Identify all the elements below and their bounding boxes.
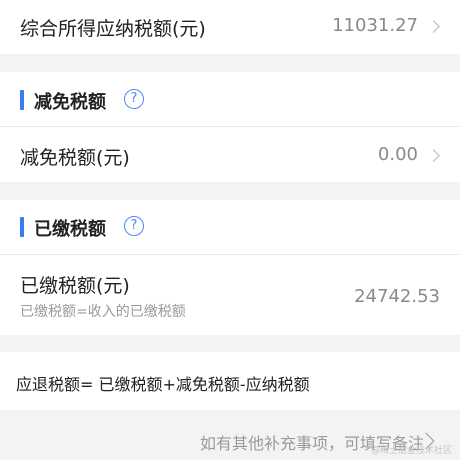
reduction-label: 减免税额(元) [20, 147, 130, 169]
paid-value: 24742.53 [354, 286, 440, 307]
reduction-value: 0.00 [377, 144, 418, 165]
help-icon[interactable]: ? [124, 216, 144, 236]
reduction-section-header: 减免税额 ? [0, 72, 460, 126]
help-icon[interactable]: ? [124, 89, 144, 109]
tax-payable-value: 11031.27 [332, 15, 418, 36]
paid-section-title: 已缴税额 [34, 219, 106, 240]
section-accent-bar [20, 90, 24, 110]
paid-section-header: 已缴税额 ? [0, 200, 460, 254]
paid-subtext: 已缴税额=收入的已缴税额 [20, 304, 186, 320]
chevron-right-icon [427, 20, 440, 33]
watermark: @稀土掘金技术社区 [370, 446, 452, 456]
formula-block: 应退税额= 已缴税额+减免税额-应纳税额 [0, 352, 460, 410]
tax-payable-label: 综合所得应纳税额(元) [20, 18, 206, 40]
reduction-section-title: 减免税额 [34, 92, 106, 113]
section-accent-bar [20, 217, 24, 237]
chevron-right-icon [427, 149, 440, 162]
paid-row: 已缴税额(元) 已缴税额=收入的已缴税额 24742.53 [0, 255, 460, 335]
reduction-row[interactable]: 减免税额(元) 0.00 [0, 127, 460, 182]
paid-label: 已缴税额(元) [20, 275, 130, 297]
refund-formula: 应退税额= 已缴税额+减免税额-应纳税额 [16, 375, 310, 394]
tax-payable-row[interactable]: 综合所得应纳税额(元) 11031.27 [0, 0, 460, 54]
